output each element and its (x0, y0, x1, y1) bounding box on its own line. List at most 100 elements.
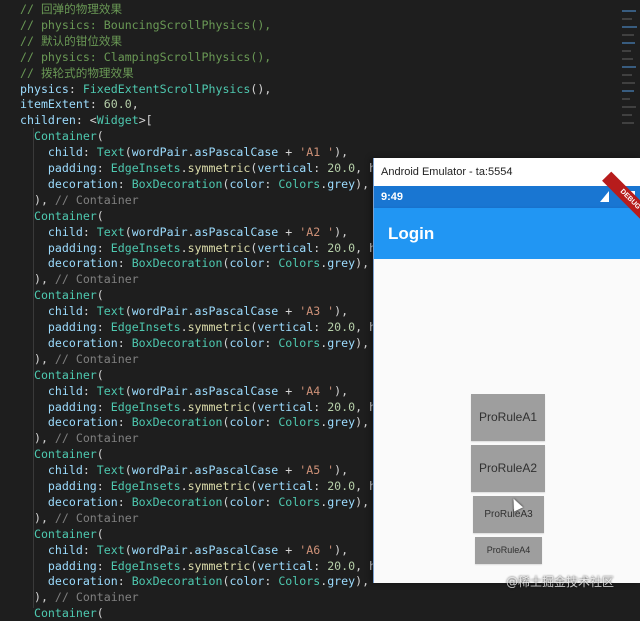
code-token: grey (327, 415, 356, 430)
wheel-list-view[interactable]: ProRuleA1 ProRuleA2 ProRuleA3 ProRuleA4 (374, 259, 640, 583)
code-token: // 回弹的物理效果 (20, 2, 123, 16)
code-token: . (187, 224, 195, 239)
code-token: symmetric (187, 399, 251, 414)
code-token: child (47, 145, 83, 160)
minimap[interactable] (618, 0, 640, 160)
code-token: ), (20, 272, 55, 287)
code-token: : (82, 463, 97, 478)
code-token: BoxDecoration (131, 415, 223, 430)
code-line: Container( (20, 287, 104, 303)
code-token: // Container (54, 272, 139, 287)
code-token: child (47, 304, 83, 319)
code-token: 'A5 ' (299, 463, 335, 478)
code-token: symmetric (187, 558, 251, 573)
code-token: // 默认的钳位效果 (20, 33, 123, 48)
code-token: : (82, 383, 97, 398)
code-token: : (264, 176, 279, 191)
code-line: ), // Container (20, 589, 139, 605)
code-token: + (278, 304, 300, 319)
code-line: physics: FixedExtentScrollPhysics(), (20, 81, 271, 97)
code-token: asPascalCase (194, 383, 279, 398)
code-token: BoxDecoration (131, 256, 223, 271)
code-line: padding: EdgeInsets.symmetric(vertical: … (20, 160, 411, 176)
code-token: 20.0 (327, 558, 356, 573)
list-item[interactable]: ProRuleA1 (471, 394, 545, 441)
code-token: ), (355, 494, 370, 509)
code-token: padding (47, 479, 97, 493)
code-line: padding: EdgeInsets.symmetric(vertical: … (20, 478, 411, 494)
code-token: BoxDecoration (131, 494, 223, 509)
code-token: asPascalCase (194, 224, 279, 239)
code-token: ), (334, 224, 349, 239)
code-token: Colors (278, 335, 321, 350)
code-line: ), // Container (20, 510, 139, 526)
code-token: ( (124, 542, 132, 557)
code-token: asPascalCase (194, 542, 279, 557)
code-token: 20.0 (327, 240, 356, 255)
code-token: ), (355, 415, 370, 430)
code-token: 'A4 ' (299, 383, 335, 398)
code-token: FixedExtentScrollPhysics (82, 81, 251, 96)
code-token: // physics: ClampingScrollPhysics(), (20, 49, 272, 64)
code-token: : (96, 399, 111, 414)
code-token: vertical (257, 240, 314, 255)
code-token: padding (47, 161, 97, 175)
code-token: ), (334, 145, 349, 160)
code-token: decoration (47, 176, 118, 191)
page-title: Login (388, 224, 435, 243)
code-token: children (20, 113, 76, 128)
code-line: // 默认的钳位效果 (20, 33, 122, 49)
code-line: padding: EdgeInsets.symmetric(vertical: … (20, 319, 411, 335)
code-token: BoxDecoration (131, 176, 223, 191)
code-token: + (278, 224, 300, 239)
code-line: decoration: BoxDecoration(color: Colors.… (20, 414, 369, 430)
code-token: Container (33, 288, 97, 303)
list-item[interactable]: ProRuleA2 (471, 445, 545, 492)
code-line: child: Text(wordPair.asPascalCase + 'A5 … (20, 462, 348, 478)
emulator-title-bar[interactable]: Android Emulator - ta:5554 (374, 158, 640, 186)
code-line: Container( (20, 128, 104, 144)
code-line: decoration: BoxDecoration(color: Colors.… (20, 573, 369, 589)
list-item[interactable]: ProRuleA4 (475, 537, 542, 564)
code-line: Container( (20, 367, 104, 383)
code-token: 'A1 ' (299, 145, 335, 160)
code-token: : (313, 558, 328, 573)
code-token: grey (327, 494, 356, 509)
code-token: Colors (278, 176, 321, 191)
code-token: wordPair (131, 542, 188, 557)
code-token: vertical (257, 558, 314, 573)
code-token: 'A6 ' (299, 542, 335, 557)
code-token: . (187, 145, 195, 160)
code-token: ( (96, 606, 104, 621)
code-token: : (82, 145, 97, 160)
code-token: padding (47, 240, 97, 255)
code-token: color (229, 494, 265, 509)
code-token: // physics: BouncingScrollPhysics(), (20, 17, 272, 32)
android-emulator-window[interactable]: Android Emulator - ta:5554 9:49 Login DE… (373, 158, 640, 583)
code-token: BoxDecoration (131, 335, 223, 350)
code-token: physics (20, 81, 69, 96)
code-token: Container (33, 129, 97, 144)
code-token: Container (33, 526, 97, 541)
code-token: + (278, 145, 300, 160)
code-token: . (180, 558, 188, 573)
code-token: 20.0 (327, 320, 356, 334)
code-token: // Container (54, 192, 139, 207)
code-token: EdgeInsets (110, 479, 181, 493)
code-token: color (229, 574, 265, 589)
code-token: : (89, 97, 104, 112)
code-token: ( (124, 224, 132, 239)
code-token: ( (124, 463, 132, 478)
code-token: ), (20, 590, 55, 605)
code-line: decoration: BoxDecoration(color: Colors.… (20, 494, 369, 510)
code-line: ), // Container (20, 192, 139, 208)
